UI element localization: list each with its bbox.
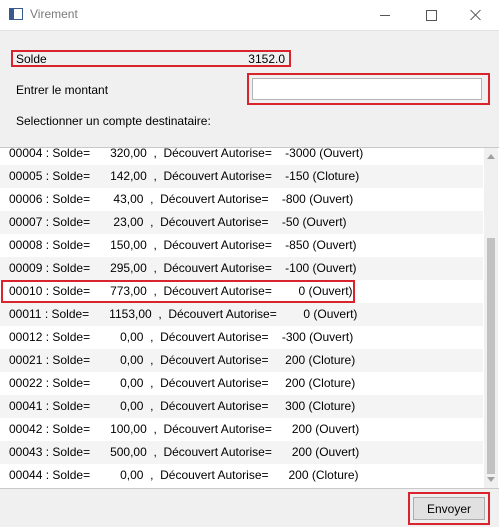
- send-button-highlight: Envoyer: [408, 492, 490, 525]
- account-list-item[interactable]: 00008 : Solde= 150,00 , Découvert Autori…: [0, 234, 483, 257]
- account-list-item-text: 00005 : Solde= 142,00 , Découvert Autori…: [9, 169, 360, 183]
- minimize-button[interactable]: [362, 0, 408, 30]
- balance-display: Solde 3152.0: [11, 50, 291, 67]
- close-button[interactable]: [453, 0, 499, 30]
- account-list-item[interactable]: 00005 : Solde= 142,00 , Découvert Autori…: [0, 165, 483, 188]
- account-list-item-text: 00043 : Solde= 500,00 , Découvert Autori…: [9, 445, 360, 459]
- account-list-item[interactable]: 00011 : Solde= 1153,00 , Découvert Autor…: [0, 303, 483, 326]
- scroll-down-arrow-icon[interactable]: [487, 477, 495, 482]
- account-list-item-text: 00041 : Solde= 0,00 , Découvert Autorise…: [9, 399, 356, 413]
- account-list-item[interactable]: 00022 : Solde= 0,00 , Découvert Autorise…: [0, 372, 483, 395]
- balance-label: Solde: [16, 52, 47, 66]
- send-button[interactable]: Envoyer: [413, 497, 485, 520]
- title-bar: Virement: [0, 0, 499, 31]
- account-list-item[interactable]: 00043 : Solde= 500,00 , Découvert Autori…: [0, 441, 483, 464]
- account-list-item-text: 00044 : Solde= 0,00 , Découvert Autorise…: [9, 468, 359, 482]
- account-list-item-text: 00022 : Solde= 0,00 , Découvert Autorise…: [9, 376, 356, 390]
- close-icon: [470, 9, 482, 21]
- list-scrollbar[interactable]: [484, 148, 498, 488]
- account-list-item[interactable]: 00041 : Solde= 0,00 , Découvert Autorise…: [0, 395, 483, 418]
- account-list-item[interactable]: 00006 : Solde= 43,00 , Découvert Autoris…: [0, 188, 483, 211]
- maximize-button[interactable]: [408, 0, 454, 30]
- account-list-item[interactable]: 00007 : Solde= 23,00 , Découvert Autoris…: [0, 211, 483, 234]
- account-list-item[interactable]: 00021 : Solde= 0,00 , Découvert Autorise…: [0, 349, 483, 372]
- account-list-item[interactable]: 00009 : Solde= 295,00 , Découvert Autori…: [0, 257, 483, 280]
- account-list-item-text: 00007 : Solde= 23,00 , Découvert Autoris…: [9, 215, 347, 229]
- scroll-thumb[interactable]: [487, 238, 495, 474]
- account-list-item-text: 00009 : Solde= 295,00 , Découvert Autori…: [9, 261, 357, 275]
- account-list-item-text: 00006 : Solde= 43,00 , Découvert Autoris…: [9, 192, 354, 206]
- account-list-item[interactable]: 00044 : Solde= 0,00 , Découvert Autorise…: [0, 464, 483, 487]
- amount-field-highlight: [247, 73, 490, 105]
- minimize-icon: [380, 14, 390, 16]
- scroll-up-arrow-icon[interactable]: [487, 154, 495, 159]
- destination-label: Selectionner un compte destinataire:: [16, 114, 211, 128]
- window-title: Virement: [30, 7, 78, 21]
- account-list-item[interactable]: 00042 : Solde= 100,00 , Découvert Autori…: [0, 418, 483, 441]
- amount-input[interactable]: [252, 78, 482, 100]
- account-list-item-text: 00021 : Solde= 0,00 , Découvert Autorise…: [9, 353, 356, 367]
- account-list-item-text: 00008 : Solde= 150,00 , Découvert Autori…: [9, 238, 357, 252]
- account-list[interactable]: 00044 : Solde= 0,00 , Découvert Autorise…: [0, 147, 499, 489]
- maximize-icon: [425, 9, 437, 21]
- account-list-item-text: 00042 : Solde= 100,00 , Découvert Autori…: [9, 422, 360, 436]
- account-list-item-text: 00012 : Solde= 0,00 , Découvert Autorise…: [9, 330, 354, 344]
- account-list-item[interactable]: 00004 : Solde= 320,00 , Découvert Autori…: [0, 147, 483, 165]
- balance-value: 3152.0: [248, 52, 285, 66]
- app-window-icon: [9, 8, 23, 20]
- account-list-item[interactable]: 00012 : Solde= 0,00 , Découvert Autorise…: [0, 326, 483, 349]
- selected-account-highlight: [1, 280, 355, 303]
- account-list-item-text: 00011 : Solde= 1153,00 , Découvert Autor…: [9, 307, 358, 321]
- amount-label: Entrer le montant: [16, 83, 109, 97]
- account-list-item-text: 00004 : Solde= 320,00 , Découvert Autori…: [9, 147, 364, 160]
